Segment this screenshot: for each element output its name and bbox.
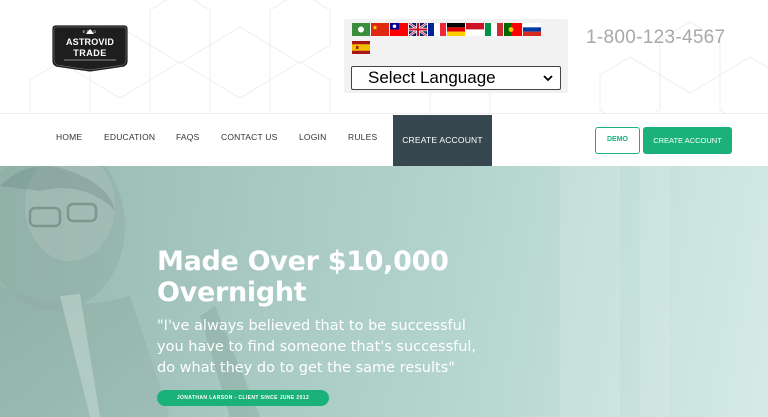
nav-create-account-button[interactable]: CREATE ACCOUNT [393, 115, 492, 166]
create-account-button[interactable]: CREATE ACCOUNT [643, 127, 732, 154]
russia-flag-icon[interactable] [523, 23, 541, 36]
chevron-down-icon [543, 75, 553, 82]
nav-item-faqs[interactable]: FAQS [176, 132, 199, 142]
uk-flag-icon[interactable] [409, 23, 427, 36]
language-translator: Select Language [344, 19, 568, 93]
demo-button[interactable]: DEMO [595, 127, 640, 154]
italy-flag-icon[interactable] [485, 23, 503, 36]
nav-item-education[interactable]: EDUCATION [104, 132, 155, 142]
select-language-dropdown[interactable]: Select Language [351, 66, 561, 90]
testimonial-author-badge: JONATHAN LARSON - CLIENT SINCE JUNE 2012 [157, 390, 329, 406]
nav-item-login[interactable]: LOGIN [299, 132, 326, 142]
germany-flag-icon[interactable] [447, 23, 465, 36]
hero-title-line2: Overnight [157, 277, 307, 308]
nav-item-contact-us[interactable]: CONTACT US [221, 132, 277, 142]
nav-item-home[interactable]: HOME [56, 132, 82, 142]
arabic-flag-icon[interactable] [352, 23, 370, 36]
nav-item-rules[interactable]: RULES [348, 132, 377, 142]
taiwan-flag-icon[interactable] [390, 23, 408, 36]
logo-wordmark-line2: TRADE [73, 48, 107, 58]
hero-title-line1: Made Over $10,000 [157, 246, 449, 277]
phone-number[interactable]: 1-800-123-4567 [586, 27, 725, 49]
indonesia-flag-icon[interactable] [466, 23, 484, 36]
hero-title: Made Over $10,000 Overnight [157, 246, 497, 308]
brand-logo[interactable]: ESTD ASTROVID TRADE [50, 23, 130, 73]
language-flag-list [352, 23, 557, 59]
select-language-value: Select Language [368, 68, 496, 87]
main-navigation: HOME EDUCATION FAQS CONTACT US LOGIN RUL… [0, 113, 768, 166]
china-flag-icon[interactable] [371, 23, 389, 36]
france-flag-icon[interactable] [428, 23, 446, 36]
logo-estd-text: ESTD [82, 29, 98, 34]
hero-banner: Made Over $10,000 Overnight "I've always… [0, 166, 768, 417]
logo-wordmark-line1: ASTROVID [65, 37, 115, 47]
site-header: ESTD ASTROVID TRADE Select Language 1-80… [0, 0, 768, 113]
spain-flag-icon[interactable] [352, 41, 370, 54]
portugal-flag-icon[interactable] [504, 23, 522, 36]
hero-testimonial-quote: "I've always believed that to be success… [157, 318, 477, 376]
